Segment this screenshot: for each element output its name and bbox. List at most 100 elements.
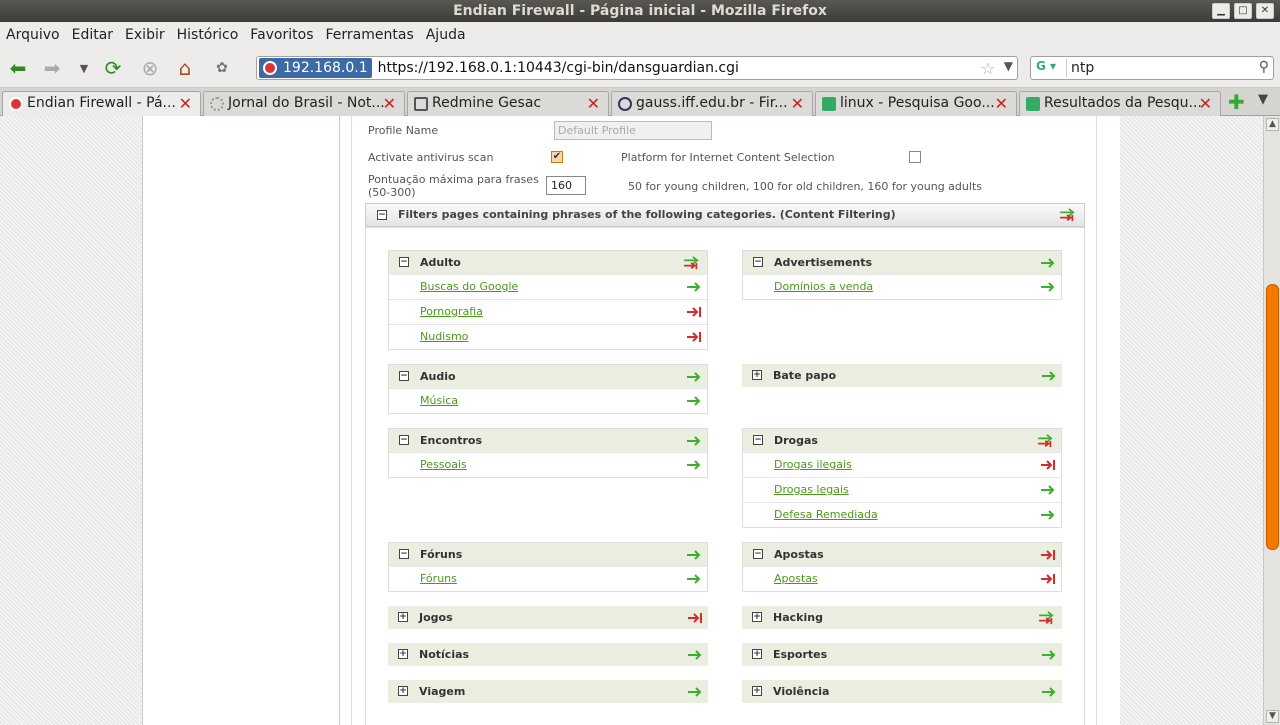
mixed-policy-icon[interactable] xyxy=(682,256,702,270)
forward-arrow-icon[interactable]: ➡ xyxy=(40,56,64,80)
collapse-icon[interactable]: − xyxy=(753,257,763,267)
close-tab-icon[interactable]: ✕ xyxy=(179,92,192,115)
menu-historico[interactable]: Histórico xyxy=(177,27,239,43)
back-arrow-icon[interactable]: ⬅ xyxy=(6,56,30,80)
bookmark-star-icon[interactable]: ☆ xyxy=(981,59,995,78)
subcategory-link[interactable]: Drogas legais xyxy=(774,483,849,496)
menu-arquivo[interactable]: Arquivo xyxy=(6,27,60,43)
mixed-policy-icon[interactable] xyxy=(1058,208,1078,222)
collapse-icon[interactable]: − xyxy=(399,371,409,381)
close-tab-icon[interactable]: ✕ xyxy=(587,92,600,115)
content-filter-header[interactable]: − Filters pages containing phrases of th… xyxy=(365,203,1085,227)
category-header[interactable]: − Audio xyxy=(389,365,707,388)
block-arrow-icon[interactable] xyxy=(1040,458,1056,472)
scrollbar-thumb[interactable] xyxy=(1266,284,1279,550)
collapse-icon[interactable]: − xyxy=(399,435,409,445)
allow-arrow-icon[interactable] xyxy=(1040,483,1056,497)
collapse-icon[interactable]: − xyxy=(753,435,763,445)
close-tab-icon[interactable]: ✕ xyxy=(995,92,1008,115)
subcategory-link[interactable]: Fóruns xyxy=(420,572,457,585)
tab-resultados-pesquisa[interactable]: Resultados da Pesqu... ✕ xyxy=(1019,91,1221,116)
tab-list-icon[interactable]: ▼ xyxy=(1258,92,1268,107)
block-arrow-icon[interactable] xyxy=(1040,548,1056,562)
search-icon[interactable]: ⚲ xyxy=(1259,59,1269,75)
scroll-down-icon[interactable]: ▼ xyxy=(1266,710,1279,723)
allow-arrow-icon[interactable] xyxy=(1040,256,1056,270)
collapse-icon[interactable]: − xyxy=(399,549,409,559)
menu-ajuda[interactable]: Ajuda xyxy=(426,27,466,43)
stop-icon[interactable]: ⊗ xyxy=(138,56,162,80)
allow-arrow-icon[interactable] xyxy=(1041,685,1057,699)
url-bar[interactable]: 192.168.0.1 https://192.168.0.1:10443/cg… xyxy=(256,56,1018,80)
expand-icon[interactable]: + xyxy=(398,612,408,622)
search-input[interactable]: ntp xyxy=(1071,60,1094,76)
allow-arrow-icon[interactable] xyxy=(1041,648,1057,662)
expand-icon[interactable]: + xyxy=(398,686,408,696)
block-arrow-icon[interactable] xyxy=(686,305,702,319)
vertical-scrollbar[interactable]: ▲ ▼ xyxy=(1263,116,1280,725)
mixed-policy-icon[interactable] xyxy=(1036,434,1056,448)
category-header[interactable]: + Jogos xyxy=(388,606,708,629)
category-header[interactable]: + Esportes xyxy=(742,643,1062,666)
category-header[interactable]: + Bate papo xyxy=(742,364,1062,387)
expand-icon[interactable]: + xyxy=(398,649,408,659)
new-tab-icon[interactable]: ✚ xyxy=(1228,90,1245,114)
tab-jornal-do-brasil[interactable]: Jornal do Brasil - Not... ✕ xyxy=(203,91,405,116)
category-header[interactable]: + Violência xyxy=(742,680,1062,703)
subcategory-link[interactable]: Música xyxy=(420,394,458,407)
collapse-icon[interactable]: − xyxy=(377,210,387,220)
reload-icon[interactable]: ⟳ xyxy=(101,56,125,80)
allow-arrow-icon[interactable] xyxy=(1040,508,1056,522)
url-host-badge[interactable]: 192.168.0.1 xyxy=(259,58,372,78)
category-header[interactable]: − Fóruns xyxy=(389,543,707,566)
allow-arrow-icon[interactable] xyxy=(1041,369,1057,383)
category-header[interactable]: + Notícias xyxy=(388,643,708,666)
block-arrow-icon[interactable] xyxy=(687,611,703,625)
home-icon[interactable]: ⌂ xyxy=(173,56,197,80)
category-header[interactable]: − Apostas xyxy=(743,543,1061,566)
subcategory-link[interactable]: Nudismo xyxy=(420,330,468,343)
addon-icon[interactable]: ✿ xyxy=(210,56,234,80)
mixed-policy-icon[interactable] xyxy=(1037,611,1057,625)
scroll-up-icon[interactable]: ▲ xyxy=(1266,118,1279,131)
expand-icon[interactable]: + xyxy=(752,612,762,622)
subcategory-link[interactable]: Defesa Remediada xyxy=(774,508,878,521)
category-header[interactable]: − Advertisements xyxy=(743,251,1061,274)
profile-name-input[interactable]: Default Profile xyxy=(554,121,712,140)
allow-arrow-icon[interactable] xyxy=(686,548,702,562)
phrase-score-input[interactable]: 160 xyxy=(546,176,586,195)
subcategory-link[interactable]: Pessoais xyxy=(420,458,467,471)
category-header[interactable]: − Adulto xyxy=(389,251,707,274)
allow-arrow-icon[interactable] xyxy=(687,685,703,699)
search-engine-selector[interactable]: G ▾ xyxy=(1033,59,1067,77)
allow-arrow-icon[interactable] xyxy=(686,434,702,448)
menu-editar[interactable]: Editar xyxy=(72,27,113,43)
menu-exibir[interactable]: Exibir xyxy=(125,27,165,43)
expand-icon[interactable]: + xyxy=(752,370,762,380)
tab-linux-pesquisa[interactable]: linux - Pesquisa Goo... ✕ xyxy=(815,91,1017,116)
history-dropdown-icon[interactable]: ▼ xyxy=(72,56,96,80)
allow-arrow-icon[interactable] xyxy=(1040,280,1056,294)
tab-gauss-iff[interactable]: gauss.iff.edu.br - Fir... ✕ xyxy=(611,91,813,116)
collapse-icon[interactable]: − xyxy=(753,549,763,559)
url-text[interactable]: https://192.168.0.1:10443/cgi-bin/dansgu… xyxy=(378,60,739,76)
url-dropdown-icon[interactable]: ▼ xyxy=(1004,59,1013,73)
allow-arrow-icon[interactable] xyxy=(686,458,702,472)
menu-ferramentas[interactable]: Ferramentas xyxy=(326,27,414,43)
tab-redmine-gesac[interactable]: Redmine Gesac ✕ xyxy=(407,91,609,116)
close-tab-icon[interactable]: ✕ xyxy=(791,92,804,115)
expand-icon[interactable]: + xyxy=(752,649,762,659)
subcategory-link[interactable]: Apostas xyxy=(774,572,818,585)
search-bar[interactable]: G ▾ ntp ⚲ xyxy=(1030,56,1274,80)
minimize-button[interactable]: ▁ xyxy=(1212,3,1230,19)
block-arrow-icon[interactable] xyxy=(1040,572,1056,586)
expand-icon[interactable]: + xyxy=(752,686,762,696)
allow-arrow-icon[interactable] xyxy=(686,370,702,384)
allow-arrow-icon[interactable] xyxy=(686,280,702,294)
close-tab-icon[interactable]: ✕ xyxy=(383,92,396,115)
allow-arrow-icon[interactable] xyxy=(686,572,702,586)
pics-checkbox[interactable] xyxy=(909,151,921,163)
subcategory-link[interactable]: Buscas do Google xyxy=(420,280,518,293)
menu-favoritos[interactable]: Favoritos xyxy=(250,27,313,43)
close-window-button[interactable]: ✕ xyxy=(1256,3,1274,19)
